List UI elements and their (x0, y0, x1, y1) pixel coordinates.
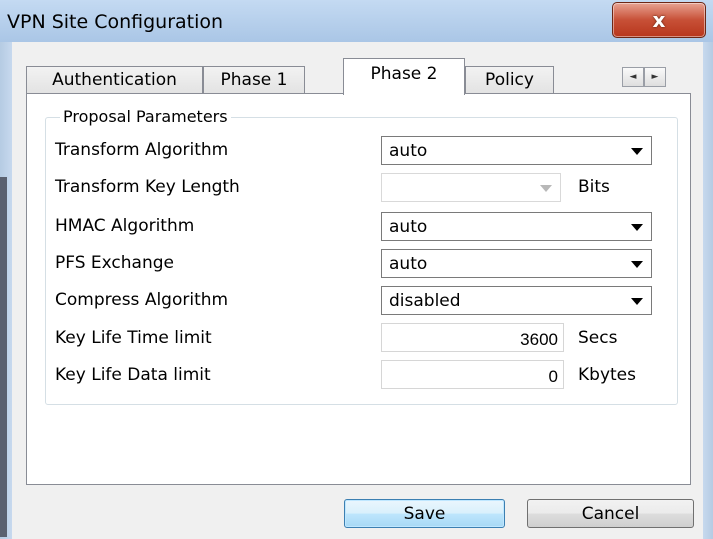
close-button[interactable]: x (612, 2, 706, 38)
tab-label: Policy (485, 70, 534, 90)
tab-label: Phase 1 (220, 70, 288, 90)
key-life-time-limit-label: Key Life Time limit (55, 328, 212, 348)
tab-authentication[interactable]: Authentication (26, 66, 203, 93)
close-icon: x (652, 8, 666, 32)
hmac-algorithm-label: HMAC Algorithm (55, 216, 195, 236)
dialog-body: Authentication Phase 1 Phase 2 Policy ◄ … (12, 42, 703, 539)
selected-value: auto (389, 217, 428, 237)
cancel-button-label: Cancel (581, 503, 640, 524)
arrow-right-icon: ► (651, 72, 659, 82)
chevron-down-icon (631, 298, 643, 305)
window-border-right (703, 42, 713, 539)
pfs-exchange-label: PFS Exchange (55, 253, 174, 273)
tab-phase-1[interactable]: Phase 1 (203, 66, 305, 93)
tab-scroll-left-button[interactable]: ◄ (622, 67, 644, 87)
hmac-algorithm-select[interactable]: auto (381, 212, 652, 241)
vpn-site-configuration-window: VPN Site Configuration x Authentication … (0, 0, 713, 539)
selected-value: auto (389, 141, 428, 161)
arrow-left-icon: ◄ (629, 72, 637, 82)
selected-value: disabled (389, 291, 461, 311)
chevron-down-icon (631, 224, 643, 231)
window-border-left (0, 42, 12, 539)
cancel-button[interactable]: Cancel (527, 499, 694, 528)
secs-unit-label: Secs (578, 328, 618, 348)
chevron-down-icon (631, 261, 643, 268)
tab-label: Phase 2 (370, 64, 438, 84)
key-life-data-limit-label: Key Life Data limit (55, 365, 211, 385)
kbytes-unit-label: Kbytes (578, 365, 636, 385)
save-button[interactable]: Save (344, 499, 505, 528)
bits-unit-label: Bits (578, 177, 610, 197)
selected-value: auto (389, 254, 428, 274)
tab-label: Authentication (52, 70, 177, 90)
key-life-data-limit-input[interactable] (381, 360, 564, 389)
compress-algorithm-select[interactable]: disabled (381, 286, 652, 315)
compress-algorithm-label: Compress Algorithm (55, 290, 229, 310)
transform-key-length-label: Transform Key Length (55, 177, 240, 197)
tab-scroll-buttons: ◄ ► (622, 67, 666, 87)
key-life-time-limit-input[interactable] (381, 323, 564, 352)
chevron-down-icon (631, 148, 643, 155)
tab-phase-2[interactable]: Phase 2 (343, 58, 465, 95)
phase-2-panel: Proposal Parameters Transform Algorithm … (26, 93, 691, 485)
transform-algorithm-select[interactable]: auto (381, 136, 652, 165)
tab-scroll-right-button[interactable]: ► (644, 67, 666, 87)
transform-algorithm-label: Transform Algorithm (55, 140, 229, 160)
chevron-down-icon (540, 185, 552, 192)
pfs-exchange-select[interactable]: auto (381, 249, 652, 278)
transform-key-length-select (381, 173, 561, 202)
tab-policy[interactable]: Policy (465, 66, 554, 93)
title-bar[interactable]: VPN Site Configuration x (0, 0, 713, 42)
group-title: Proposal Parameters (60, 107, 231, 126)
save-button-label: Save (403, 503, 446, 524)
window-title: VPN Site Configuration (7, 11, 224, 33)
